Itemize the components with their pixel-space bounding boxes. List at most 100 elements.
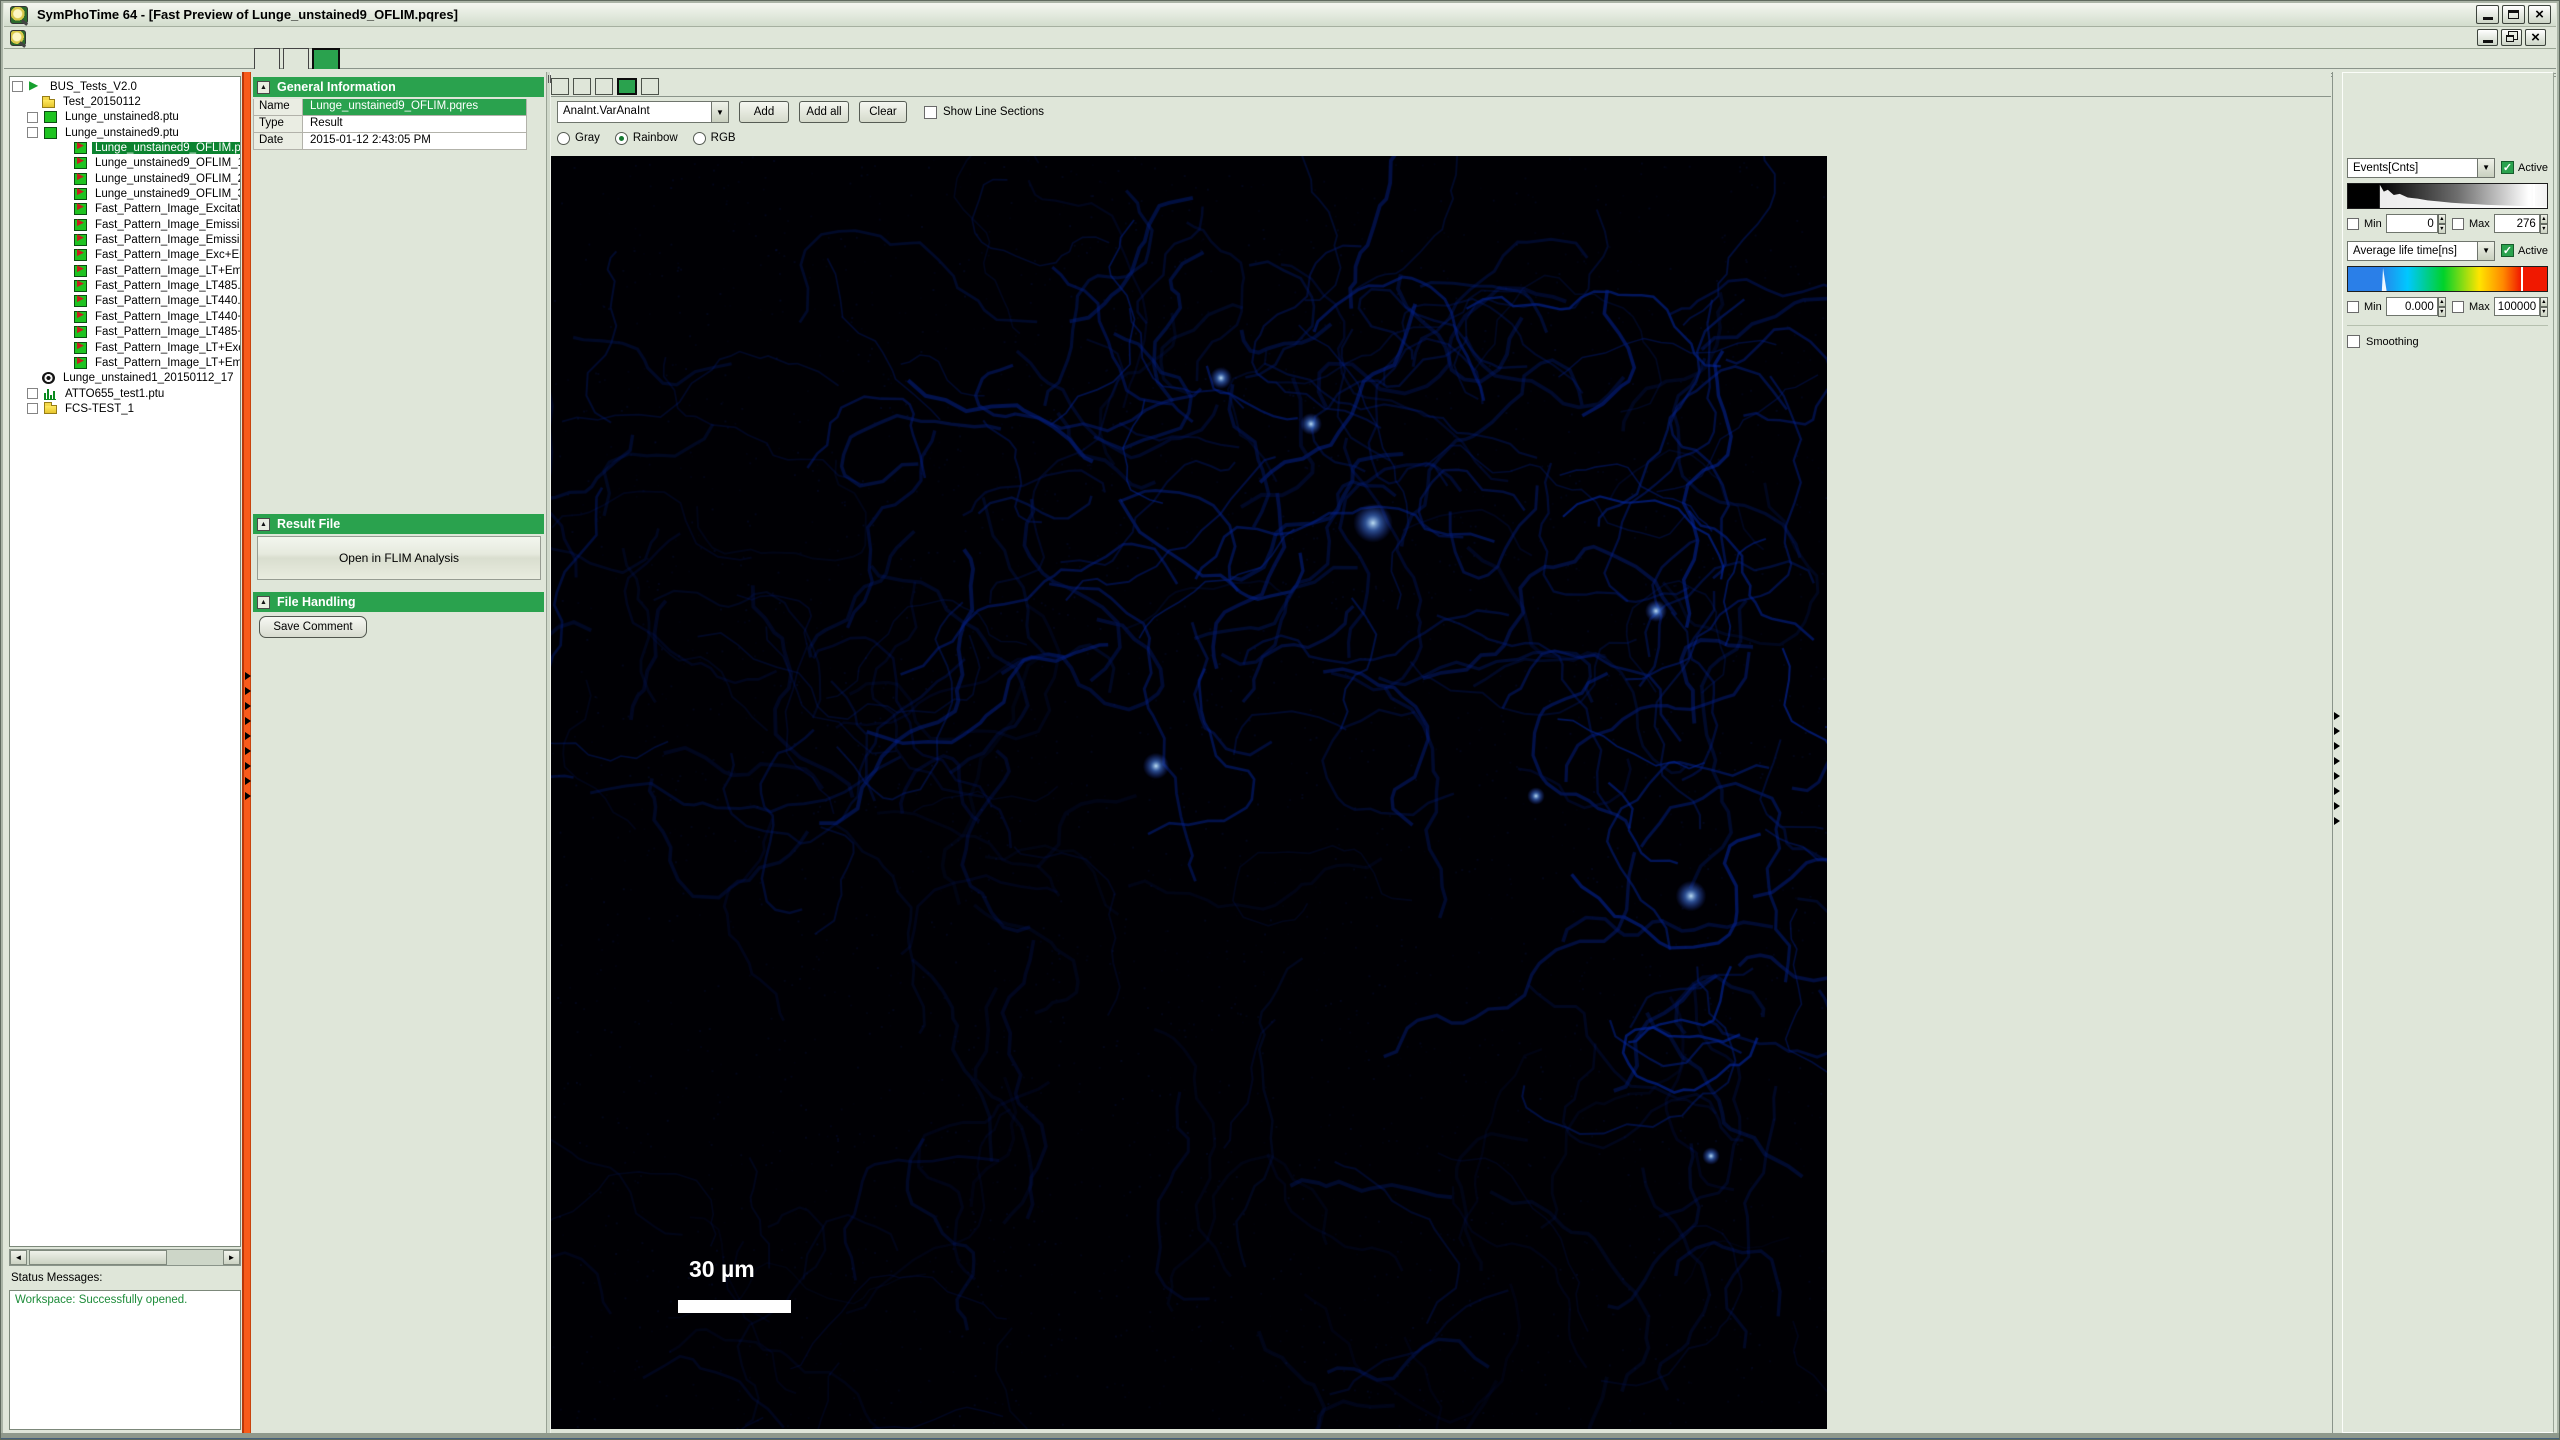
save-comment-button[interactable]: Save Comment xyxy=(259,616,367,638)
menu-item[interactable] xyxy=(138,35,154,41)
main-tab[interactable] xyxy=(312,48,340,69)
spin-down-icon[interactable]: ▼ xyxy=(2438,224,2446,234)
scrollbar-thumb[interactable] xyxy=(29,1250,167,1265)
tree-item[interactable]: Fast_Pattern_Image_LT485.p xyxy=(10,278,240,293)
flim-image-view[interactable]: 30 µm xyxy=(551,156,1827,1429)
active-checkbox[interactable] xyxy=(2501,161,2514,174)
radio-icon[interactable] xyxy=(557,132,570,145)
spin-down-icon[interactable]: ▼ xyxy=(2540,224,2548,234)
menu-item[interactable] xyxy=(58,35,74,41)
chevron-down-icon[interactable]: ▼ xyxy=(2477,242,2494,260)
collapse-button[interactable]: ▲ xyxy=(257,518,270,531)
chevron-down-icon[interactable]: ▼ xyxy=(711,102,728,122)
tree-item[interactable]: ATTO655_test1.ptu xyxy=(10,386,240,401)
min-spinner[interactable]: ▲▼ xyxy=(2438,214,2446,234)
channel-dropdown[interactable]: Events[Cnts] ▼ xyxy=(2347,158,2495,178)
spin-up-icon[interactable]: ▲ xyxy=(2438,297,2446,307)
main-tab[interactable] xyxy=(254,48,280,69)
lut-gradient-bar[interactable] xyxy=(2347,183,2548,209)
tree-item[interactable]: Lunge_unstained1_20150112_17 xyxy=(10,371,240,386)
active-checkbox[interactable] xyxy=(2501,244,2514,257)
radio-icon[interactable] xyxy=(693,132,706,145)
tree-item[interactable]: Fast_Pattern_Image_LT+Em+ xyxy=(10,355,240,370)
tree-item[interactable]: Lunge_unstained9_OFLIM_1. xyxy=(10,156,240,171)
maximize-button[interactable] xyxy=(2502,5,2525,24)
tree-splitter[interactable] xyxy=(242,72,251,1433)
tree-item[interactable]: Fast_Pattern_Image_LT440+E xyxy=(10,309,240,324)
range-marker[interactable] xyxy=(2533,184,2535,208)
mdi-restore-button[interactable] xyxy=(2501,29,2522,46)
mdi-minimize-button[interactable] xyxy=(2477,29,2498,46)
scroll-left-button[interactable]: ◄ xyxy=(10,1250,27,1265)
menu-item[interactable] xyxy=(74,35,90,41)
right-panel-splitter[interactable] xyxy=(2332,72,2342,1433)
expander-icon[interactable] xyxy=(27,403,38,414)
close-button[interactable]: × xyxy=(2528,5,2551,24)
tree-item[interactable]: Fast_Pattern_Image_Excitatio xyxy=(10,202,240,217)
color-mode-option[interactable]: Rainbow xyxy=(615,132,678,145)
max-input[interactable] xyxy=(2494,214,2540,233)
radio-icon[interactable] xyxy=(615,132,628,145)
color-mode-option[interactable]: RGB xyxy=(693,132,736,145)
tree-item[interactable]: Fast_Pattern_Image_Emissior xyxy=(10,232,240,247)
expander-icon[interactable] xyxy=(27,388,38,399)
tree-item[interactable]: Lunge_unstained8.ptu xyxy=(10,110,240,125)
tree-item[interactable]: Fast_Pattern_Image_Exc+Em. xyxy=(10,248,240,263)
content-tab[interactable] xyxy=(573,78,591,95)
intensity-source-dropdown[interactable]: AnaInt.VarAnaInt ▼ xyxy=(557,101,729,123)
tree-item[interactable]: BUS_Tests_V2.0 xyxy=(10,79,240,94)
content-tab[interactable] xyxy=(617,78,637,95)
tree-item[interactable]: Fast_Pattern_Image_LT+Exc. xyxy=(10,340,240,355)
tree-item[interactable]: Fast_Pattern_Image_LT440.p xyxy=(10,294,240,309)
max-spinner[interactable]: ▲▼ xyxy=(2540,214,2548,234)
mdi-close-button[interactable]: × xyxy=(2525,29,2546,46)
menu-item[interactable] xyxy=(42,35,58,41)
scroll-right-button[interactable]: ► xyxy=(223,1250,240,1265)
spin-up-icon[interactable]: ▲ xyxy=(2540,297,2548,307)
max-checkbox[interactable] xyxy=(2452,218,2464,230)
max-spinner[interactable]: ▲▼ xyxy=(2540,297,2548,317)
tree-item[interactable]: Fast_Pattern_Image_LT+Em_ xyxy=(10,263,240,278)
expander-icon[interactable] xyxy=(27,112,38,123)
menu-item[interactable] xyxy=(122,35,138,41)
tree-item[interactable]: Lunge_unstained9_OFLIM_3. xyxy=(10,186,240,201)
content-tab[interactable] xyxy=(641,78,659,95)
expander-icon[interactable] xyxy=(27,127,38,138)
tree-item[interactable]: Fast_Pattern_Image_Emission xyxy=(10,217,240,232)
chevron-down-icon[interactable]: ▼ xyxy=(2477,159,2494,177)
smoothing-checkbox[interactable] xyxy=(2347,335,2360,348)
min-checkbox[interactable] xyxy=(2347,218,2359,230)
spin-down-icon[interactable]: ▼ xyxy=(2438,307,2446,317)
max-checkbox[interactable] xyxy=(2452,301,2464,313)
tree-item[interactable]: Lunge_unstained9_OFLIM_2. xyxy=(10,171,240,186)
tree-item[interactable]: FCS-TEST_1 xyxy=(10,401,240,416)
min-input[interactable] xyxy=(2386,297,2438,316)
tree-item[interactable]: Lunge_unstained9_OFLIM.pq xyxy=(10,140,240,155)
spin-up-icon[interactable]: ▲ xyxy=(2540,214,2548,224)
open-in-flim-analysis-button[interactable]: Open in FLIM Analysis xyxy=(257,536,541,580)
tree-item[interactable]: Test_20150112 xyxy=(10,94,240,109)
color-mode-option[interactable]: Gray xyxy=(557,132,600,145)
spin-down-icon[interactable]: ▼ xyxy=(2540,307,2548,317)
minimize-button[interactable] xyxy=(2476,5,2499,24)
min-input[interactable] xyxy=(2386,214,2438,233)
add-button[interactable]: Add xyxy=(739,101,789,123)
main-tab[interactable] xyxy=(283,48,309,69)
tree-item[interactable]: Lunge_unstained9.ptu xyxy=(10,125,240,140)
range-marker[interactable] xyxy=(2521,267,2523,291)
tree-item[interactable]: Fast_Pattern_Image_LT485+E xyxy=(10,325,240,340)
show-line-sections-checkbox[interactable] xyxy=(924,106,937,119)
collapse-button[interactable]: ▲ xyxy=(257,81,270,94)
menu-item[interactable] xyxy=(106,35,122,41)
lut-gradient-bar[interactable] xyxy=(2347,266,2548,292)
expander-icon[interactable] xyxy=(12,81,23,92)
collapse-button[interactable]: ▲ xyxy=(257,596,270,609)
max-input[interactable] xyxy=(2494,297,2540,316)
menu-item[interactable] xyxy=(90,35,106,41)
content-tab[interactable] xyxy=(595,78,613,95)
scrollbar-track[interactable] xyxy=(27,1250,223,1265)
flim-image[interactable] xyxy=(551,156,1827,1429)
min-checkbox[interactable] xyxy=(2347,301,2359,313)
clear-button[interactable]: Clear xyxy=(859,101,907,123)
add-all-button[interactable]: Add all xyxy=(799,101,849,123)
